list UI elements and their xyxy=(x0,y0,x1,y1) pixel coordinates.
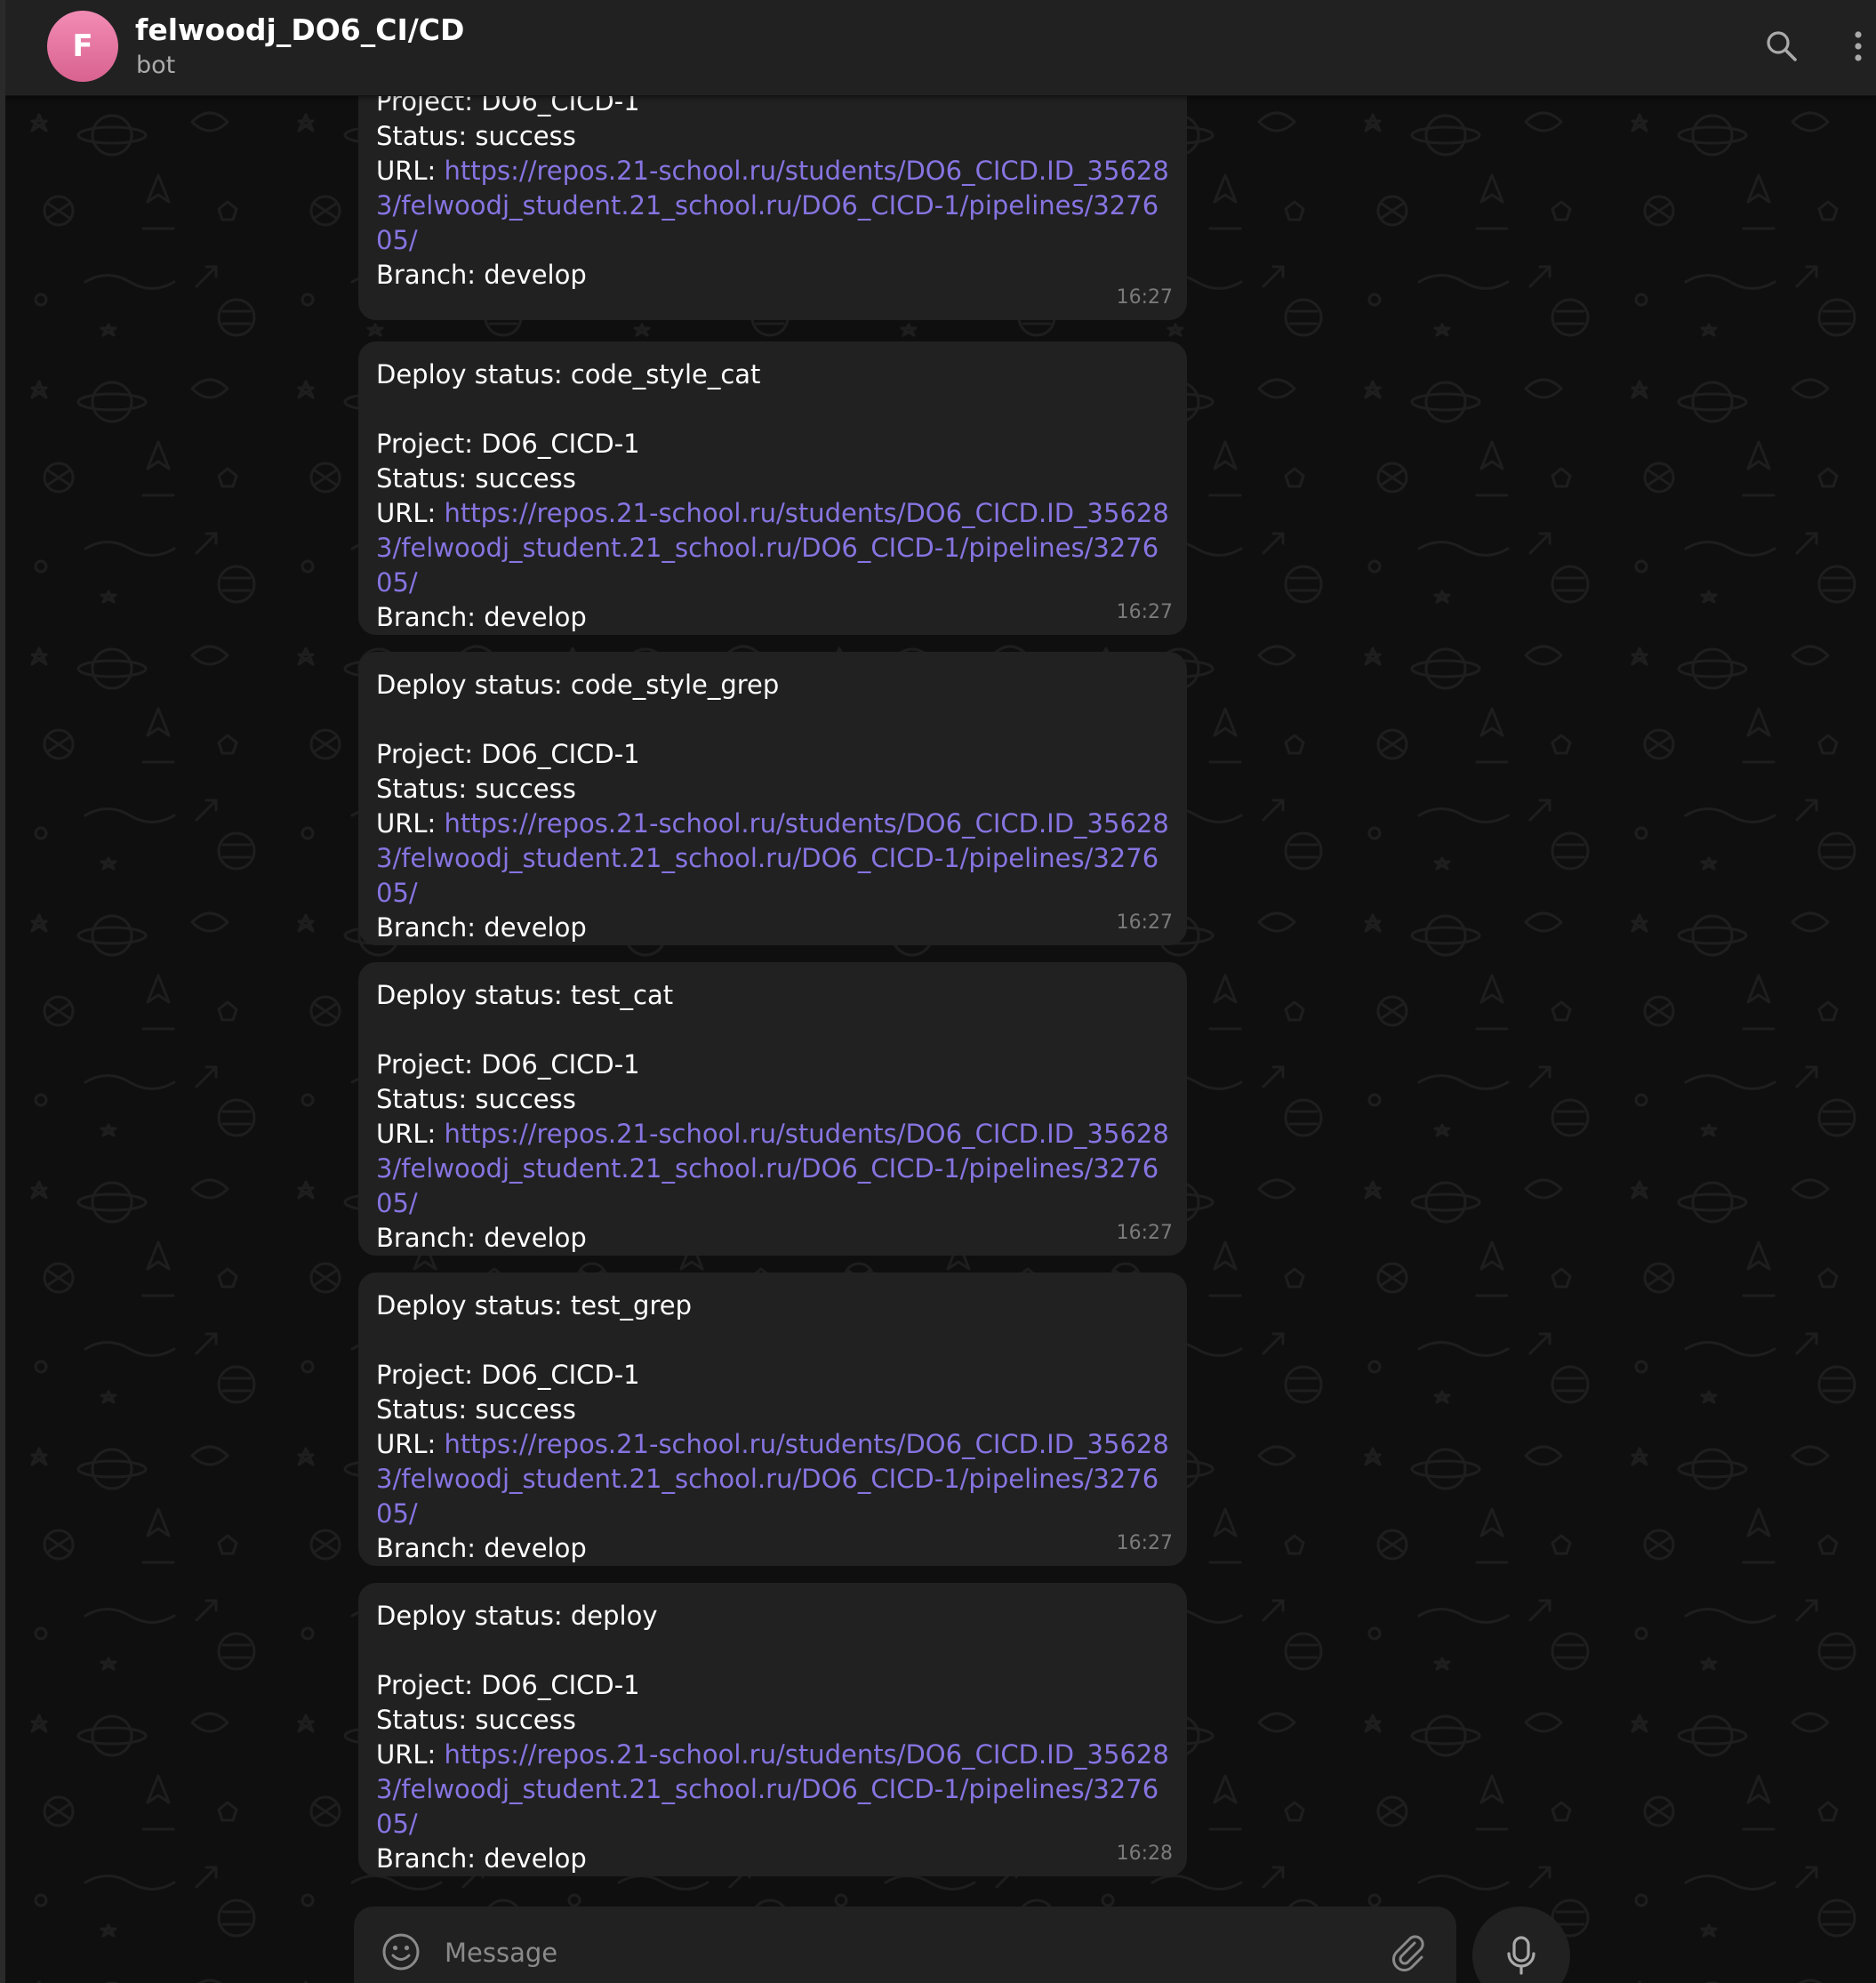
message-deploy-status: Deploy status: code_style_grep xyxy=(376,670,780,700)
url-label: URL: xyxy=(376,156,445,186)
message-time: 16:28 xyxy=(1116,1843,1173,1865)
message-url-line: URL: https://repos.21-school.ru/students… xyxy=(376,496,1169,600)
message-status: Status: success xyxy=(376,463,576,494)
message-url-line: URL: https://repos.21-school.ru/students… xyxy=(376,1427,1169,1531)
message-bubble[interactable]: Deploy status: code_style_grep Project: … xyxy=(358,652,1187,945)
search-button[interactable] xyxy=(1757,21,1807,71)
message-project: Project: DO6_CICD-1 xyxy=(376,1360,640,1390)
message-project: Project: DO6_CICD-1 xyxy=(376,1670,640,1700)
message-branch: Branch: develop xyxy=(376,1223,587,1253)
message-status: Status: success xyxy=(376,1084,576,1114)
message-branch: Branch: develop xyxy=(376,1533,587,1563)
message-project: Project: DO6_CICD-1 xyxy=(376,1049,640,1080)
pipeline-link[interactable]: https://repos.21-school.ru/students/DO6_… xyxy=(376,1119,1169,1218)
message-bubble[interactable]: Project: DO6_CICD-1 Status: success URL:… xyxy=(358,95,1187,320)
message-deploy-status: Deploy status: deploy xyxy=(376,1601,658,1631)
message-branch: Branch: develop xyxy=(376,602,587,632)
message-time: 16:27 xyxy=(1116,601,1173,623)
message-deploy-status: Deploy status: code_style_cat xyxy=(376,359,761,389)
pipeline-link[interactable]: https://repos.21-school.ru/students/DO6_… xyxy=(376,156,1169,255)
message-url-line: URL: https://repos.21-school.ru/students… xyxy=(376,807,1169,911)
message-deploy-status: Deploy status: test_cat xyxy=(376,980,674,1010)
pipeline-link[interactable]: https://repos.21-school.ru/students/DO6_… xyxy=(376,808,1169,908)
message-url-line: URL: https://repos.21-school.ru/students… xyxy=(376,1738,1169,1842)
more-vertical-icon xyxy=(1855,31,1862,61)
message-branch: Branch: develop xyxy=(376,1843,587,1874)
message-bubble[interactable]: Deploy status: deploy Project: DO6_CICD-… xyxy=(358,1583,1187,1876)
message-url-line: URL: https://repos.21-school.ru/students… xyxy=(376,1117,1169,1221)
message-status: Status: success xyxy=(376,121,576,151)
message-branch: Branch: develop xyxy=(376,260,587,290)
message-status: Status: success xyxy=(376,774,576,804)
message-input[interactable] xyxy=(443,1921,1247,1983)
more-button[interactable] xyxy=(1840,21,1876,71)
message-deploy-status: Deploy status: test_grep xyxy=(376,1290,692,1321)
microphone-icon xyxy=(1507,1936,1535,1975)
window-left-edge xyxy=(0,0,5,1983)
pipeline-link[interactable]: https://repos.21-school.ru/students/DO6_… xyxy=(376,498,1169,598)
pipeline-link[interactable]: https://repos.21-school.ru/students/DO6_… xyxy=(376,1429,1169,1529)
message-time: 16:27 xyxy=(1116,1222,1173,1244)
message-time: 16:27 xyxy=(1116,286,1173,309)
url-label: URL: xyxy=(376,1119,445,1149)
message-composer xyxy=(354,1907,1456,1983)
chat-title[interactable]: felwoodj_DO6_CI/CD xyxy=(135,12,464,47)
paperclip-icon xyxy=(1392,1935,1424,1971)
message-status: Status: success xyxy=(376,1394,576,1425)
message-bubble[interactable]: Deploy status: test_grep Project: DO6_CI… xyxy=(358,1272,1187,1566)
message-url-line: URL: https://repos.21-school.ru/students… xyxy=(376,154,1169,258)
message-branch: Branch: develop xyxy=(376,912,587,943)
search-icon xyxy=(1767,31,1797,61)
message-bubble[interactable]: Deploy status: code_style_cat Project: D… xyxy=(358,341,1187,635)
emoji-button[interactable] xyxy=(381,1931,421,1972)
message-project: Project: DO6_CICD-1 xyxy=(376,95,640,116)
telegram-chat-window: F felwoodj_DO6_CI/CD bot Project: DO6_CI… xyxy=(0,0,1876,1983)
message-status: Status: success xyxy=(376,1705,576,1735)
chat-subtitle: bot xyxy=(136,52,176,79)
url-label: URL: xyxy=(376,1429,445,1459)
url-label: URL: xyxy=(376,498,445,528)
url-label: URL: xyxy=(376,808,445,839)
message-bubble[interactable]: Deploy status: test_cat Project: DO6_CIC… xyxy=(358,962,1187,1256)
message-time: 16:27 xyxy=(1116,911,1173,934)
url-label: URL: xyxy=(376,1739,445,1770)
emoji-icon xyxy=(382,1933,420,1971)
message-list[interactable]: Project: DO6_CICD-1 Status: success URL:… xyxy=(5,95,1876,1983)
message-project: Project: DO6_CICD-1 xyxy=(376,429,640,459)
attach-button[interactable] xyxy=(1388,1931,1429,1972)
message-project: Project: DO6_CICD-1 xyxy=(376,739,640,769)
pipeline-link[interactable]: https://repos.21-school.ru/students/DO6_… xyxy=(376,1739,1169,1839)
avatar[interactable]: F xyxy=(47,11,118,82)
chat-header: F felwoodj_DO6_CI/CD bot xyxy=(0,0,1876,96)
message-time: 16:27 xyxy=(1116,1532,1173,1554)
